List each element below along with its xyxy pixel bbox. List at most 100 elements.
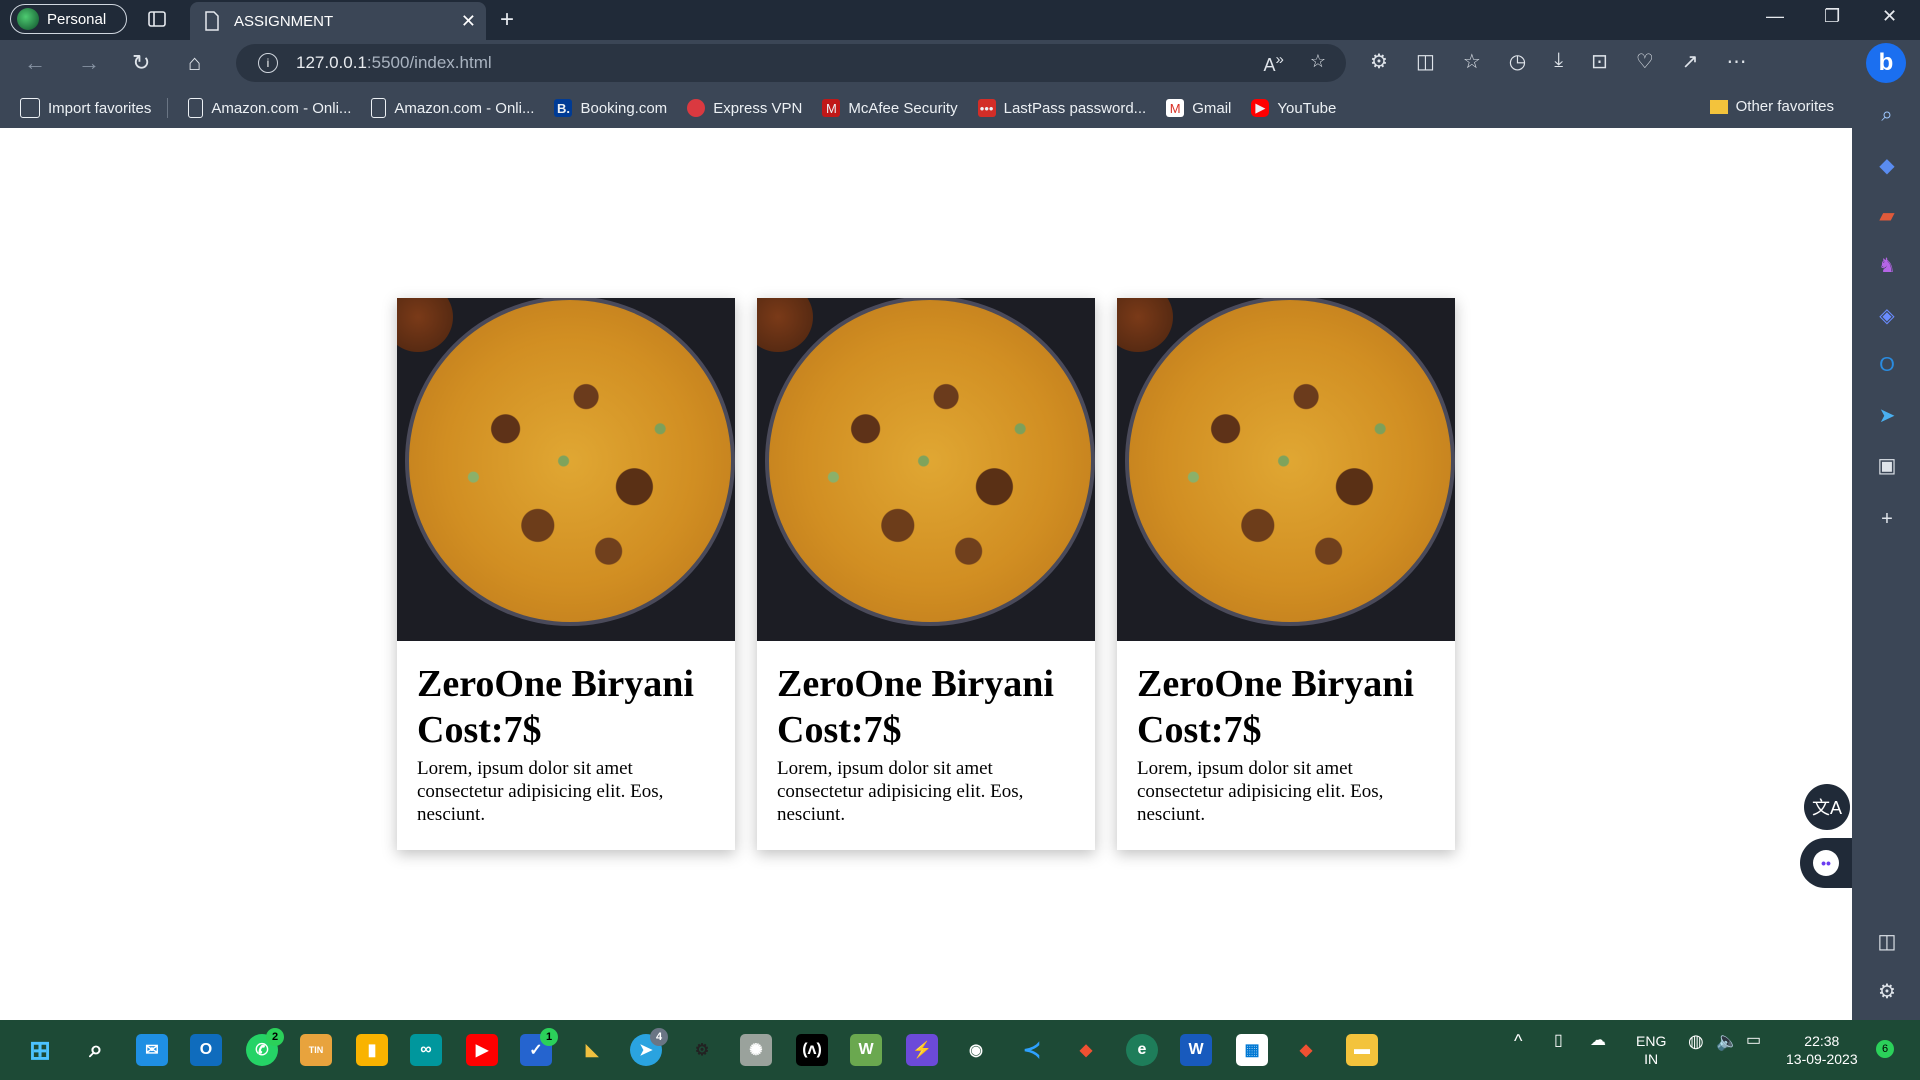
profile-button[interactable]: Personal <box>10 4 127 34</box>
tinkercad-icon[interactable]: TIN <box>300 1034 332 1066</box>
favorite-booking[interactable]: B. Booking.com <box>554 99 667 117</box>
favorite-import[interactable]: Import favorites <box>20 98 151 118</box>
volume-icon[interactable]: 🔈 <box>1716 1032 1738 1050</box>
favorite-amazon-2[interactable]: Amazon.com - Onli... <box>371 98 534 118</box>
favorite-expressvpn[interactable]: Express VPN <box>687 99 802 117</box>
read-aloud-icon[interactable]: A» <box>1264 51 1284 76</box>
store-icon[interactable]: ▦ <box>1236 1034 1268 1066</box>
address-bar[interactable]: i 127.0.0.1:5500/index.html A» ☆ <box>236 44 1346 82</box>
favorite-youtube[interactable]: ▶ YouTube <box>1251 99 1336 117</box>
github-icon[interactable]: ◉ <box>960 1034 992 1066</box>
word-icon[interactable]: W <box>1180 1034 1212 1066</box>
home-icon[interactable]: ⌂ <box>188 50 201 76</box>
favorites-bar: Import favorites Amazon.com - Onli... Am… <box>0 88 1852 128</box>
search-icon[interactable]: ⌕ <box>80 1034 112 1066</box>
product-card: ZeroOne Biryani Cost:7$ Lorem, ipsum dol… <box>1117 298 1455 850</box>
site-info-icon[interactable]: i <box>258 53 278 73</box>
favorites-icon[interactable]: ☆ <box>1463 49 1481 74</box>
split-screen-icon[interactable]: ◫ <box>1416 49 1435 74</box>
git-icon[interactable]: ◆ <box>1070 1034 1102 1066</box>
bing-copilot-icon[interactable]: b <box>1866 43 1906 83</box>
chatgpt-icon[interactable]: ✺ <box>740 1034 772 1066</box>
performance-icon[interactable]: ♡ <box>1636 49 1654 74</box>
biryani-image <box>397 298 735 641</box>
more-icon[interactable]: ⋯ <box>1727 49 1747 74</box>
youtube-icon: ▶ <box>1251 99 1270 117</box>
tab-title: ASSIGNMENT <box>234 12 334 30</box>
keep-icon[interactable]: ▮ <box>356 1034 388 1066</box>
language-indicator[interactable]: ENG IN <box>1636 1032 1666 1068</box>
games-icon[interactable]: ♞ <box>1874 252 1900 278</box>
start-icon[interactable]: ⊞ <box>24 1034 56 1066</box>
notification-badge[interactable]: 6 <box>1876 1040 1894 1058</box>
hide-sidebar-icon[interactable]: ◫ <box>1874 928 1900 954</box>
close-tab-icon[interactable]: ✕ <box>461 11 476 32</box>
battery-icon: ▯ <box>1554 1032 1563 1049</box>
back-icon[interactable]: ← <box>24 50 46 76</box>
favorite-amazon-1[interactable]: Amazon.com - Onli... <box>188 98 351 118</box>
git-gui-icon[interactable]: ◆ <box>1290 1034 1322 1066</box>
shopping-icon[interactable]: ◆ <box>1874 152 1900 178</box>
refresh-icon[interactable]: ↻ <box>132 50 150 76</box>
downloads-icon[interactable]: ⤓ <box>1554 49 1563 74</box>
math-solver-icon[interactable]: ⊡ <box>1591 49 1608 74</box>
card-description: Lorem, ipsum dolor sit amet consectetur … <box>1137 758 1384 825</box>
page-icon <box>371 98 387 118</box>
restore-icon[interactable]: ❐ <box>1824 6 1840 27</box>
network-icon[interactable]: ◍ <box>1688 1032 1704 1050</box>
other-favorites[interactable]: Other favorites <box>1709 98 1834 115</box>
share-icon[interactable]: ↗ <box>1682 49 1699 74</box>
whatsapp-icon[interactable]: ✆ 2 <box>246 1028 284 1066</box>
drop-icon[interactable]: ➤ <box>1874 402 1900 428</box>
telegram-icon[interactable]: ➤ 4 <box>630 1028 668 1066</box>
thunder-icon[interactable]: ⚡ <box>906 1034 938 1066</box>
explorer-icon[interactable]: ▬ <box>1346 1034 1378 1066</box>
favorite-lastpass[interactable]: ••• LastPass password... <box>977 99 1146 117</box>
clock[interactable]: 22:38 13-09-2023 <box>1786 1032 1858 1068</box>
vscode-icon[interactable]: ≺ <box>1016 1034 1048 1066</box>
youtube-icon[interactable]: ▶ <box>466 1034 498 1066</box>
navigation-bar: ← → ↻ ⌂ i 127.0.0.1:5500/index.html A» ☆… <box>0 40 1920 88</box>
history-icon[interactable]: ◷ <box>1509 49 1526 74</box>
show-hidden-icons[interactable]: ^ <box>1514 1032 1522 1050</box>
minimize-icon[interactable]: — <box>1766 6 1784 27</box>
biryani-image <box>1117 298 1455 641</box>
webstorm-icon[interactable]: W <box>850 1034 882 1066</box>
favorite-star-icon[interactable]: ☆ <box>1310 51 1326 76</box>
favorite-gmail[interactable]: M Gmail <box>1166 99 1231 117</box>
battery-status-icon[interactable]: ▭ <box>1746 1032 1761 1050</box>
arduino-icon[interactable]: ∞ <box>410 1034 442 1066</box>
edge-icon[interactable]: e <box>1126 1034 1158 1066</box>
freecodecamp-icon[interactable]: (ʌ) <box>796 1034 828 1066</box>
outlook-icon[interactable]: O <box>190 1034 222 1066</box>
translate-icon[interactable]: 文A <box>1804 784 1850 830</box>
windows-taskbar: ⊞ ⌕ ✉ O ✆ 2 TIN ▮ ∞ ▶ ✓ 1 ◣ ➤ 4 ⚙ ✺ (ʌ) W ⚡… <box>0 1020 1920 1080</box>
url-text[interactable]: 127.0.0.1:5500/index.html <box>296 53 492 73</box>
assistant-bot-icon[interactable]: •• <box>1800 838 1852 888</box>
settings-icon[interactable]: ⚙ <box>686 1034 718 1066</box>
sublime-icon[interactable]: ◣ <box>576 1034 608 1066</box>
todo-icon[interactable]: ✓ 1 <box>520 1028 558 1066</box>
outlook-icon[interactable]: O <box>1874 352 1900 378</box>
add-icon[interactable]: + <box>1874 506 1900 532</box>
active-tab[interactable]: ASSIGNMENT ✕ <box>190 2 486 40</box>
product-card: ZeroOne Biryani Cost:7$ Lorem, ipsum dol… <box>757 298 1095 850</box>
mail-icon[interactable]: ✉ <box>136 1034 168 1066</box>
apps-icon[interactable]: ▣ <box>1874 452 1900 478</box>
search-icon[interactable]: ⌕ <box>1874 102 1900 128</box>
close-window-icon[interactable]: ✕ <box>1882 6 1897 27</box>
vpn-icon <box>687 99 706 117</box>
office-icon[interactable]: ◈ <box>1874 302 1900 328</box>
tools-icon[interactable]: ▰ <box>1874 202 1900 228</box>
new-tab-icon[interactable]: + <box>500 6 514 34</box>
extensions-icon[interactable]: ⚙ <box>1370 49 1388 74</box>
mcafee-icon: M <box>822 99 841 117</box>
card-description: Lorem, ipsum dolor sit amet consectetur … <box>777 758 1024 825</box>
tab-actions-icon[interactable] <box>146 8 168 30</box>
forward-icon[interactable]: → <box>78 50 100 76</box>
page-icon <box>205 11 219 31</box>
onedrive-icon[interactable]: ☁ <box>1590 1032 1606 1050</box>
sidebar-settings-icon[interactable]: ⚙ <box>1874 978 1900 1004</box>
biryani-image <box>757 298 1095 641</box>
favorite-mcafee[interactable]: M McAfee Security <box>822 99 958 117</box>
